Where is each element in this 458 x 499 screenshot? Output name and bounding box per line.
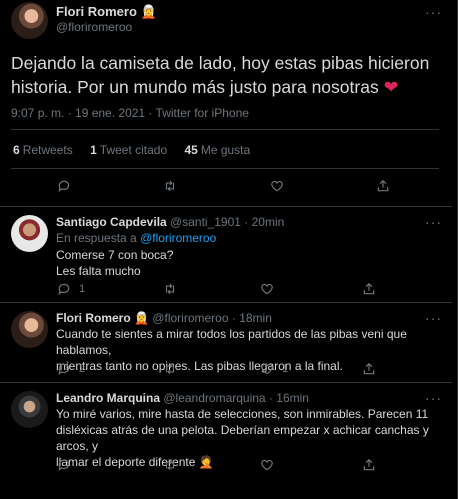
share-icon xyxy=(377,179,389,192)
reply-time[interactable]: · 18min xyxy=(232,311,272,325)
reply-icon xyxy=(58,459,70,472)
share-button[interactable] xyxy=(362,362,376,376)
retweets-stat[interactable]: 6 Retweets xyxy=(13,143,73,157)
replying-to-label: En respuesta a xyxy=(56,231,141,245)
tweet-actions xyxy=(0,179,452,197)
reply-icon xyxy=(58,283,70,296)
retweet-button[interactable] xyxy=(163,179,177,193)
share-icon xyxy=(363,458,375,471)
more-options-icon[interactable]: ··· xyxy=(425,4,442,20)
share-icon xyxy=(363,362,375,375)
reply-author-handle[interactable]: @leandromarquina xyxy=(163,391,265,405)
author-emoji: 🧝 xyxy=(134,311,149,325)
reply-tweet[interactable]: Leandro Marquina @leandromarquina · 16mi… xyxy=(0,382,452,499)
likes-stat[interactable]: 45 Me gusta xyxy=(184,143,250,157)
quote-tweets-stat[interactable]: 1 Tweet citado xyxy=(90,143,167,157)
reply-count: 2 xyxy=(79,363,86,375)
reply-header: Leandro Marquina @leandromarquina · 16mi… xyxy=(56,391,309,405)
retweet-icon xyxy=(165,363,175,375)
reply-text: Comerse 7 con boca? Les falta mucho xyxy=(56,247,442,279)
heart-emoji: ❤ xyxy=(383,77,399,97)
reply-author-handle[interactable]: @floriromeroo xyxy=(152,311,228,325)
author-name[interactable]: Flori Romero 🧝 xyxy=(56,4,157,20)
reply-button[interactable] xyxy=(57,458,71,472)
retweet-icon xyxy=(165,283,175,295)
tweet-text: Dejando la camiseta de lado, hoy estas p… xyxy=(11,51,441,99)
reply-line: Les falta mucho xyxy=(56,264,141,278)
retweet-icon xyxy=(165,180,175,192)
reply-author-handle[interactable]: @santi_1901 xyxy=(170,215,241,229)
like-button[interactable]: 1 xyxy=(260,362,288,376)
divider xyxy=(11,129,439,130)
share-button[interactable] xyxy=(362,458,376,472)
like-button[interactable] xyxy=(260,282,274,296)
reply-time[interactable]: · 16min xyxy=(269,391,309,405)
share-icon xyxy=(363,282,375,295)
retweet-button[interactable] xyxy=(163,362,177,376)
reply-button[interactable]: 2 xyxy=(57,362,85,376)
reply-count: 1 xyxy=(79,283,86,295)
avatar[interactable] xyxy=(11,2,48,39)
reply-time[interactable]: · 20min xyxy=(244,215,284,229)
heart-icon xyxy=(261,363,273,375)
reply-line: disléxicas atrás de una pelota. Deberían… xyxy=(56,423,429,453)
reply-line: Comerse 7 con boca? xyxy=(56,248,174,262)
reply-line: Yo miré varios, mire hasta de seleccione… xyxy=(56,407,429,421)
reply-actions: 2 1 xyxy=(0,362,452,376)
reply-icon xyxy=(58,180,70,193)
author-emoji: 🧝 xyxy=(140,4,157,19)
heart-icon xyxy=(261,459,273,471)
author-handle[interactable]: @floriromeroo xyxy=(56,20,132,34)
reply-line: Cuando te sientes a mirar todos los part… xyxy=(56,327,407,357)
like-button[interactable] xyxy=(270,179,284,193)
avatar[interactable] xyxy=(11,311,48,348)
reply-tweet[interactable]: Flori Romero 🧝 @floriromeroo · 18min ···… xyxy=(0,302,452,382)
reply-author-name[interactable]: Leandro Marquina xyxy=(56,391,160,405)
reply-tweet[interactable]: Santiago Capdevila @santi_1901 · 20min ·… xyxy=(0,206,452,302)
tweet-timestamp[interactable]: 9:07 p. m. · 19 ene. 2021 · Twitter for … xyxy=(11,106,249,120)
reply-actions: 1 xyxy=(0,282,452,296)
replying-to: En respuesta a @floriromeroo xyxy=(56,231,216,245)
divider xyxy=(11,168,439,169)
like-button[interactable] xyxy=(260,458,274,472)
replying-to-handle[interactable]: @floriromeroo xyxy=(140,231,216,245)
reply-icon xyxy=(58,363,70,376)
more-options-icon[interactable]: ··· xyxy=(425,310,442,326)
heart-icon xyxy=(261,283,273,295)
reply-header: Flori Romero 🧝 @floriromeroo · 18min xyxy=(56,311,272,325)
like-count: 1 xyxy=(282,363,289,375)
reply-author-name[interactable]: Santiago Capdevila xyxy=(56,215,167,229)
more-options-icon[interactable]: ··· xyxy=(425,214,442,230)
tweet-text-body: Dejando la camiseta de lado, hoy estas p… xyxy=(11,53,430,97)
avatar[interactable] xyxy=(11,215,48,252)
heart-icon xyxy=(271,180,283,192)
retweet-button[interactable] xyxy=(163,282,177,296)
reply-button[interactable]: 1 xyxy=(57,282,85,296)
author-name-text: Flori Romero xyxy=(56,4,137,19)
share-button[interactable] xyxy=(376,179,390,193)
reply-button[interactable] xyxy=(57,179,71,193)
reply-actions xyxy=(0,458,452,472)
tweet-stats: 6 Retweets 1 Tweet citado 45 Me gusta xyxy=(13,143,264,157)
retweet-icon xyxy=(165,459,175,471)
reply-author-name[interactable]: Flori Romero xyxy=(56,311,131,325)
reply-header: Santiago Capdevila @santi_1901 · 20min xyxy=(56,215,284,229)
avatar[interactable] xyxy=(11,391,48,428)
share-button[interactable] xyxy=(362,282,376,296)
more-options-icon[interactable]: ··· xyxy=(425,390,442,406)
retweet-button[interactable] xyxy=(163,458,177,472)
